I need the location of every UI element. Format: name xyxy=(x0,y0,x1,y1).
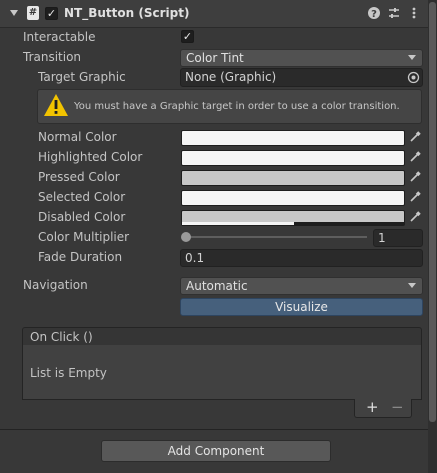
eyedropper-icon[interactable] xyxy=(408,171,422,185)
eyedropper-icon[interactable] xyxy=(408,191,422,205)
warning-icon xyxy=(44,94,68,116)
chevron-down-icon xyxy=(408,55,416,60)
transition-label: Transition xyxy=(23,50,82,64)
foldout-chevron-icon[interactable] xyxy=(8,7,20,19)
preset-icon[interactable] xyxy=(387,6,401,20)
transition-value: Color Tint xyxy=(186,51,244,65)
fade-duration-value: 0.1 xyxy=(185,251,205,265)
highlighted-color-label: Highlighted Color xyxy=(38,150,143,164)
slider-track[interactable] xyxy=(186,236,367,238)
navigation-label: Navigation xyxy=(23,278,88,292)
transition-dropdown[interactable]: Color Tint xyxy=(180,49,423,67)
more-icon[interactable] xyxy=(407,6,421,20)
color-multiplier-label: Color Multiplier xyxy=(38,230,130,244)
alpha-bar-bg xyxy=(294,222,404,225)
fade-duration-field[interactable]: 0.1 xyxy=(180,249,423,267)
chevron-down-icon xyxy=(408,283,416,288)
on-click-title: On Click () xyxy=(30,330,93,344)
navigation-dropdown[interactable]: Automatic xyxy=(180,277,423,295)
interactable-checkbox[interactable]: ✓ xyxy=(181,30,194,43)
separator xyxy=(0,429,428,430)
interactable-label: Interactable xyxy=(23,30,96,44)
disabled-color-label: Disabled Color xyxy=(38,210,126,224)
remove-event-button[interactable]: − xyxy=(391,398,404,416)
object-picker-icon[interactable] xyxy=(407,71,420,84)
pressed-color-swatch[interactable] xyxy=(181,170,405,186)
component-enabled-checkbox[interactable]: ✓ xyxy=(45,7,58,20)
component-title: NT_Button (Script) xyxy=(64,6,190,20)
add-event-button[interactable]: + xyxy=(366,398,379,416)
normal-color-swatch[interactable] xyxy=(181,130,405,146)
eyedropper-icon[interactable] xyxy=(408,211,422,225)
on-click-empty-text: List is Empty xyxy=(30,366,107,380)
on-click-list: List is Empty xyxy=(22,345,422,400)
alpha-bar xyxy=(182,222,294,225)
svg-text:?: ? xyxy=(371,9,377,20)
navigation-value: Automatic xyxy=(186,279,248,293)
color-multiplier-field[interactable]: 1 xyxy=(373,229,423,247)
normal-color-label: Normal Color xyxy=(38,130,117,144)
eyedropper-icon[interactable] xyxy=(408,151,422,165)
selected-color-label: Selected Color xyxy=(38,190,126,204)
disabled-color-swatch[interactable] xyxy=(181,210,405,226)
visualize-button[interactable]: Visualize xyxy=(180,298,423,316)
target-graphic-label: Target Graphic xyxy=(38,70,126,84)
on-click-header: On Click () xyxy=(22,327,422,346)
fade-duration-label: Fade Duration xyxy=(38,250,123,264)
highlighted-color-swatch[interactable] xyxy=(181,150,405,166)
warning-text: You must have a Graphic target in order … xyxy=(74,101,400,112)
selected-color-swatch[interactable] xyxy=(181,190,405,206)
target-graphic-value: None (Graphic) xyxy=(185,70,277,84)
target-graphic-field[interactable]: None (Graphic) xyxy=(180,68,423,87)
add-component-button[interactable]: Add Component xyxy=(101,440,331,462)
script-icon: # xyxy=(27,6,39,20)
scroll-thumb[interactable] xyxy=(429,2,436,422)
pressed-color-label: Pressed Color xyxy=(38,170,120,184)
slider-thumb[interactable] xyxy=(181,232,191,242)
color-multiplier-value: 1 xyxy=(378,231,386,245)
help-icon[interactable]: ? xyxy=(367,6,381,20)
eyedropper-icon[interactable] xyxy=(408,131,422,145)
on-click-footer: + − xyxy=(354,398,412,418)
